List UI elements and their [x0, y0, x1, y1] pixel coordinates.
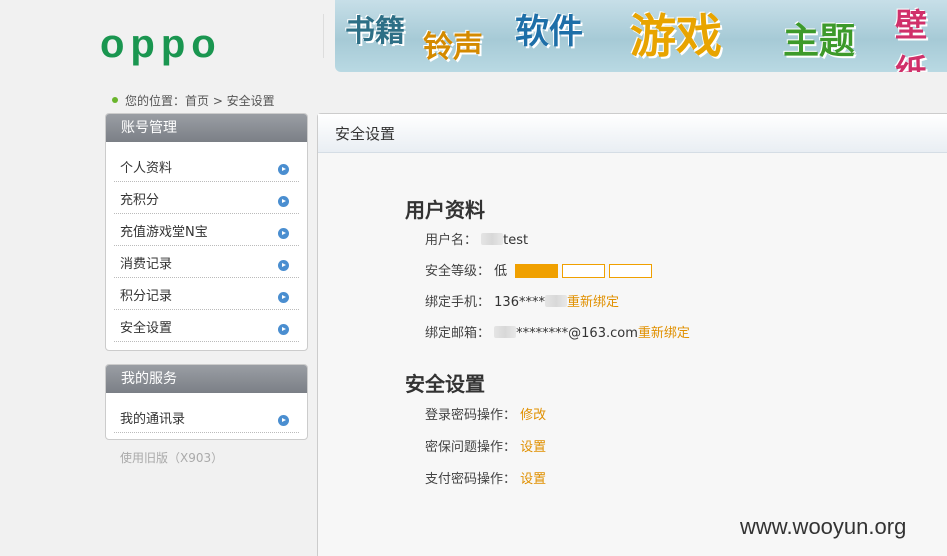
main-panel: 安全设置 用户资料 用户名： test 安全等级： 低 绑定手机： 136***…	[317, 113, 947, 556]
set-security-question-link[interactable]: 设置	[520, 440, 546, 455]
username-value: test	[503, 233, 529, 248]
oppo-logo[interactable]: oppo	[100, 22, 222, 67]
sidebar-item-label: 安全设置	[120, 321, 173, 336]
sidebar-item-recharge-points[interactable]: 充积分	[114, 182, 299, 214]
arrow-right-icon	[278, 292, 289, 303]
redacted-mark	[494, 326, 517, 338]
sidebar-item-label: 充积分	[120, 193, 160, 208]
bullet-icon	[112, 97, 118, 103]
category-banner: 书籍 铃声 软件 游戏 主题 壁纸	[335, 0, 947, 72]
services-menu: 我的服务 我的通讯录	[105, 364, 308, 440]
security-level-segment	[609, 264, 653, 278]
set-pay-password-link[interactable]: 设置	[520, 472, 546, 487]
login-password-row: 登录密码操作： 修改	[425, 404, 546, 423]
security-level-segment	[515, 264, 559, 278]
email-row: 绑定邮箱： ********@163.com重新绑定	[425, 322, 690, 341]
username-row: 用户名： test	[425, 229, 528, 248]
rebind-email-link[interactable]: 重新绑定	[638, 326, 690, 341]
banner-category-books[interactable]: 书籍	[345, 6, 405, 50]
arrow-right-icon	[278, 324, 289, 335]
arrow-right-icon	[278, 260, 289, 271]
security-level-segment	[562, 264, 606, 278]
sidebar-item-consumption[interactable]: 消费记录	[114, 246, 299, 278]
pay-password-row: 支付密码操作： 设置	[425, 468, 546, 487]
banner-category-themes[interactable]: 主题	[783, 12, 855, 64]
banner-category-games[interactable]: 游戏	[630, 0, 722, 66]
sidebar-item-points-record[interactable]: 积分记录	[114, 278, 299, 310]
username-label: 用户名：	[425, 233, 478, 248]
old-version-link[interactable]: 使用旧版（X903）	[120, 449, 223, 466]
arrow-right-icon	[278, 196, 289, 207]
sidebar-item-label: 个人资料	[120, 161, 173, 176]
rebind-phone-link[interactable]: 重新绑定	[567, 295, 619, 310]
security-question-label: 密保问题操作：	[425, 440, 517, 455]
email-value: ********@163.com	[516, 326, 638, 341]
redacted-mark	[544, 295, 567, 307]
security-level-row: 安全等级： 低	[425, 260, 656, 282]
services-menu-title: 我的服务	[106, 365, 307, 393]
sidebar-item-label: 我的通讯录	[120, 412, 186, 427]
login-password-label: 登录密码操作：	[425, 408, 517, 423]
phone-label: 绑定手机：	[425, 295, 491, 310]
watermark: www.wooyun.org	[740, 514, 907, 539]
sidebar-item-label: 充值游戏堂N宝	[120, 225, 208, 240]
sidebar-item-recharge-game[interactable]: 充值游戏堂N宝	[114, 214, 299, 246]
phone-value: 136****	[494, 295, 545, 310]
profile-section-title: 用户资料	[405, 198, 485, 222]
arrow-right-icon	[278, 228, 289, 239]
email-label: 绑定邮箱：	[425, 326, 491, 341]
banner-category-wallpapers[interactable]: 壁纸	[895, 0, 947, 72]
pay-password-label: 支付密码操作：	[425, 472, 517, 487]
redacted-mark	[481, 233, 504, 245]
security-level-meter	[515, 264, 656, 282]
security-level-value: 低	[494, 264, 508, 279]
sidebar-item-label: 积分记录	[120, 289, 173, 304]
header-divider	[323, 14, 324, 58]
sidebar-item-profile[interactable]: 个人资料	[114, 150, 299, 182]
sidebar-item-contacts[interactable]: 我的通讯录	[114, 401, 299, 433]
account-menu: 账号管理 个人资料 充积分 充值游戏堂N宝 消费记录 积分记录 安全设置	[105, 113, 308, 351]
security-level-label: 安全等级：	[425, 264, 491, 279]
security-question-row: 密保问题操作： 设置	[425, 436, 546, 455]
breadcrumb-text[interactable]: 您的位置：首页 > 安全设置	[125, 94, 275, 108]
security-section-title: 安全设置	[405, 372, 485, 396]
sidebar-item-label: 消费记录	[120, 257, 173, 272]
sidebar-item-security[interactable]: 安全设置	[114, 310, 299, 342]
account-menu-title: 账号管理	[106, 114, 307, 142]
arrow-right-icon	[278, 415, 289, 426]
page-title: 安全设置	[318, 114, 947, 153]
phone-row: 绑定手机： 136**** 重新绑定	[425, 291, 619, 310]
breadcrumb: 您的位置：首页 > 安全设置	[112, 92, 275, 109]
banner-category-software[interactable]: 软件	[515, 4, 583, 53]
banner-category-ringtones[interactable]: 铃声	[423, 22, 483, 66]
modify-login-password-link[interactable]: 修改	[520, 408, 546, 423]
arrow-right-icon	[278, 164, 289, 175]
